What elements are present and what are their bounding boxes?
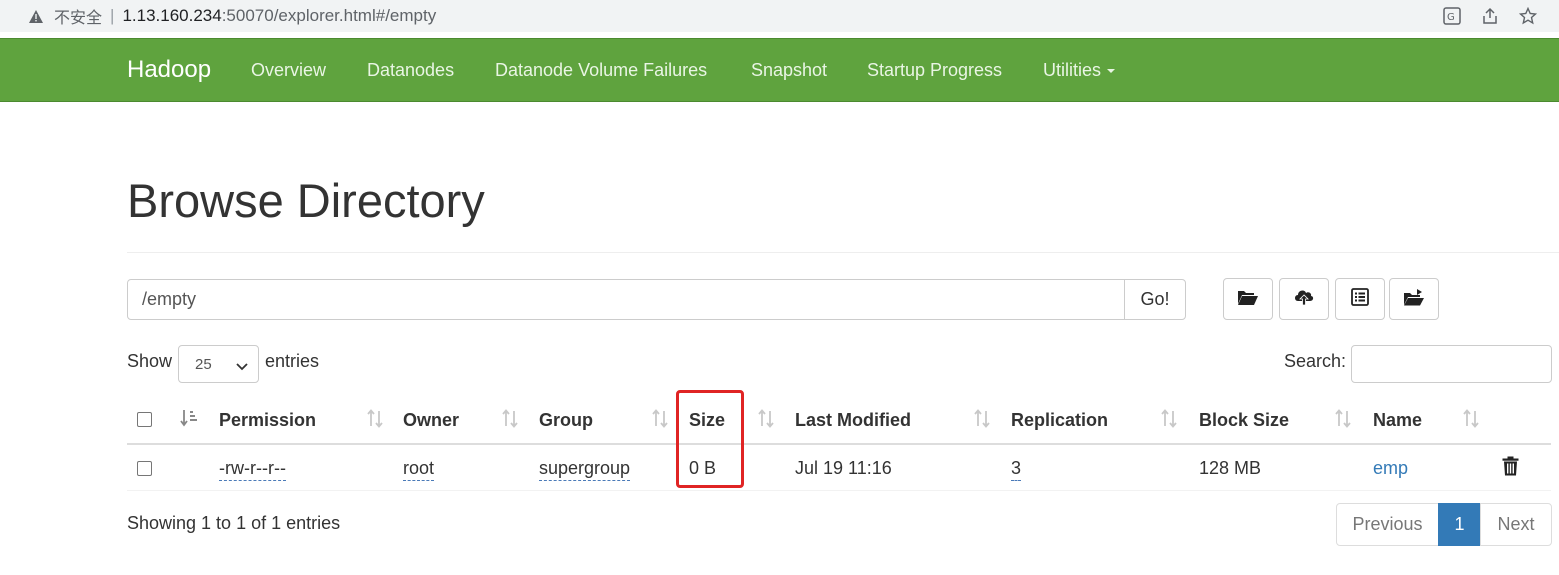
sort-icon[interactable] xyxy=(366,409,384,429)
sort-icon[interactable] xyxy=(651,409,669,429)
sort-icon[interactable] xyxy=(1334,409,1352,429)
nav-datanode-volume-failures[interactable]: Datanode Volume Failures xyxy=(495,60,707,81)
url-host[interactable]: 1.13.160.234 xyxy=(122,6,221,26)
cell-name-link[interactable]: emp xyxy=(1373,458,1408,479)
view-list-button[interactable] xyxy=(1335,278,1385,320)
cell-permission[interactable]: -rw-r--r-- xyxy=(219,458,286,481)
entries-label: entries xyxy=(265,351,320,371)
go-button[interactable]: Go! xyxy=(1124,279,1186,320)
create-directory-button[interactable] xyxy=(1223,278,1273,320)
trash-icon[interactable] xyxy=(1502,456,1519,481)
page-title: Browse Directory xyxy=(127,174,485,227)
sort-icon[interactable] xyxy=(1160,409,1178,429)
entries-selected-value: 25 xyxy=(195,355,212,373)
pagination-page-1[interactable]: 1 xyxy=(1438,503,1481,546)
table-info: Showing 1 to 1 of 1 entries xyxy=(127,513,341,533)
nav-datanodes[interactable]: Datanodes xyxy=(367,60,454,81)
security-label[interactable]: 不安全 xyxy=(54,4,102,28)
cloud-upload-icon xyxy=(1293,287,1315,312)
pagination-next[interactable]: Next xyxy=(1480,503,1552,546)
nav-startup-progress[interactable]: Startup Progress xyxy=(867,60,1002,81)
pagination-previous[interactable]: Previous xyxy=(1336,503,1439,546)
url-separator: | xyxy=(110,6,115,25)
size-column-highlight xyxy=(676,390,744,488)
cell-group[interactable]: supergroup xyxy=(539,458,631,481)
column-header-owner[interactable]: Owner xyxy=(403,410,459,431)
list-icon xyxy=(1351,287,1369,311)
nav-overview[interactable]: Overview xyxy=(251,60,326,81)
search-label: Search: xyxy=(1284,351,1347,371)
url-path[interactable]: :50070/explorer.html#/empty xyxy=(222,6,437,26)
cell-block-size: 128 MB xyxy=(1199,458,1262,478)
entries-per-page-select[interactable]: 25 xyxy=(178,345,259,383)
column-header-block-size[interactable]: Block Size xyxy=(1199,410,1289,431)
directory-path-input[interactable]: /empty xyxy=(127,279,1125,320)
title-divider xyxy=(127,252,1559,253)
show-label: Show xyxy=(127,351,173,371)
column-header-group[interactable]: Group xyxy=(539,410,593,431)
sort-icon[interactable] xyxy=(757,409,775,429)
folder-move-icon xyxy=(1403,288,1425,311)
sort-icon[interactable] xyxy=(1462,409,1480,429)
caret-down-icon xyxy=(1107,69,1116,74)
select-all-checkbox[interactable] xyxy=(137,412,152,427)
cell-last-modified: Jul 19 11:16 xyxy=(795,458,892,478)
nav-utilities-label: Utilities xyxy=(1043,60,1102,80)
cell-replication[interactable]: 3 xyxy=(1011,458,1022,481)
translate-icon[interactable]: G xyxy=(1441,5,1463,27)
nav-utilities-dropdown[interactable]: Utilities xyxy=(1043,60,1116,81)
column-header-replication[interactable]: Replication xyxy=(1011,410,1108,431)
sort-ascending-icon[interactable] xyxy=(180,409,198,429)
table-header-divider xyxy=(127,443,1551,445)
upload-files-button[interactable] xyxy=(1279,278,1329,320)
warning-icon xyxy=(28,8,44,24)
column-header-last-modified[interactable]: Last Modified xyxy=(795,410,911,431)
svg-text:G: G xyxy=(1447,12,1455,23)
column-header-name[interactable]: Name xyxy=(1373,410,1422,431)
row-select-checkbox[interactable] xyxy=(137,461,152,476)
sort-icon[interactable] xyxy=(973,409,991,429)
chevron-down-icon xyxy=(236,358,248,375)
brand-logo[interactable]: Hadoop xyxy=(127,56,211,84)
top-navbar: Hadoop Overview Datanodes Datanode Volum… xyxy=(0,38,1559,102)
table-row-divider xyxy=(127,490,1551,491)
column-header-permission[interactable]: Permission xyxy=(219,410,316,431)
nav-snapshot[interactable]: Snapshot xyxy=(751,60,827,81)
search-input[interactable] xyxy=(1351,345,1552,383)
browser-address-bar[interactable]: 不安全 | 1.13.160.234:50070/explorer.html#/… xyxy=(0,0,1559,32)
bookmark-star-icon[interactable] xyxy=(1517,5,1539,27)
move-files-button[interactable] xyxy=(1389,278,1439,320)
sort-icon[interactable] xyxy=(501,409,519,429)
share-icon[interactable] xyxy=(1479,5,1501,27)
cell-owner[interactable]: root xyxy=(403,458,435,481)
folder-open-icon xyxy=(1237,288,1259,311)
